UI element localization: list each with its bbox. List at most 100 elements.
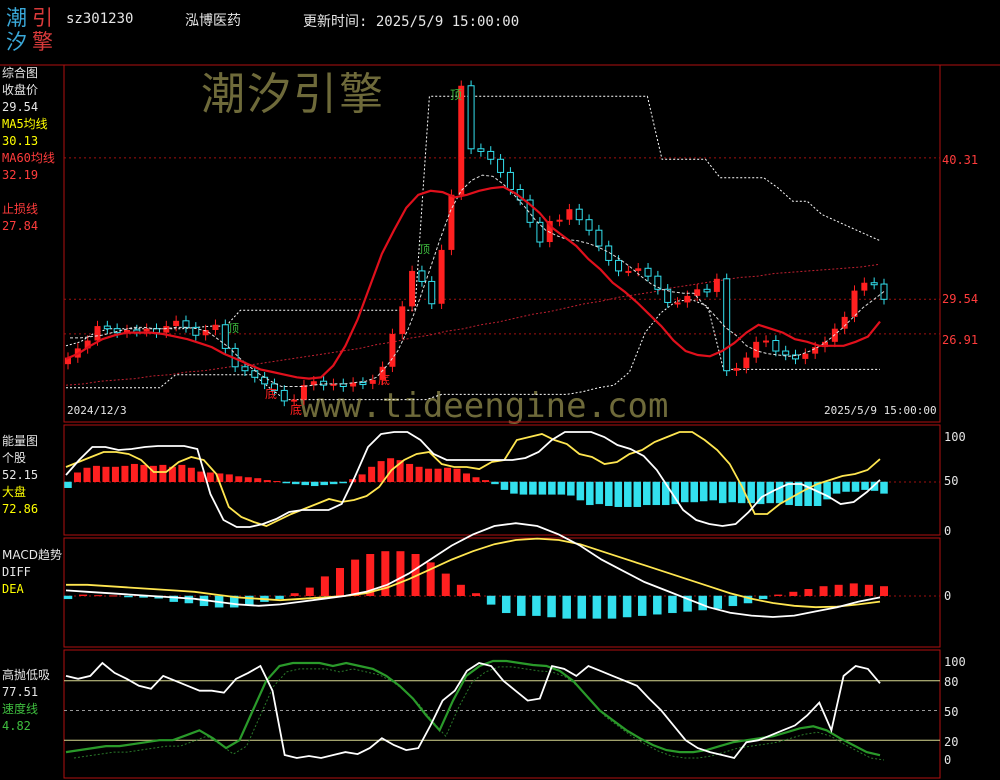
candle-down	[506, 171, 514, 191]
energy-bar-down	[614, 481, 623, 507]
macd-bar-down	[532, 595, 541, 616]
candle-up	[143, 328, 150, 332]
candle-up	[212, 324, 219, 331]
energy-bar-up	[472, 477, 480, 482]
energy-bar-down	[567, 481, 575, 496]
panel-frame-2	[63, 424, 941, 536]
energy-bar-up	[425, 468, 433, 482]
candle-down	[280, 389, 288, 402]
macd-bar-down	[637, 595, 647, 616]
signal-mark: 顶	[419, 243, 430, 256]
energy-bar-up	[178, 464, 186, 482]
energy-bar-down	[832, 481, 841, 494]
candle-down	[418, 270, 426, 282]
candle-down	[359, 382, 367, 386]
macd-bar-up	[305, 587, 314, 596]
energy-bar-up	[187, 467, 195, 482]
candle-up	[733, 368, 740, 371]
energy-bar-up	[225, 474, 233, 482]
candle-up	[861, 282, 868, 291]
macd-bar-down	[622, 595, 632, 618]
energy-bar-up	[159, 464, 167, 482]
candle-up	[556, 219, 563, 222]
energy-bar-up	[263, 480, 271, 482]
macd-bar-up	[804, 589, 813, 596]
energy-bar-up	[111, 466, 119, 482]
macd-bar-up	[834, 584, 843, 596]
candle-up	[635, 268, 642, 271]
energy-bar-up	[102, 466, 110, 482]
candle-down	[261, 376, 269, 385]
energy-bar-down	[529, 481, 537, 495]
energy-bar-up	[444, 467, 452, 482]
energy-bar-down	[64, 481, 72, 488]
candle-down	[870, 282, 878, 286]
energy-bar-down	[624, 481, 632, 507]
macd-bar-up	[864, 584, 873, 596]
macd-bar-down	[758, 595, 768, 600]
macd-bar-down	[562, 595, 571, 619]
energy-bar-up	[197, 471, 205, 482]
macd-bar-up	[456, 584, 465, 596]
candle-up	[438, 249, 445, 304]
candle-up	[694, 289, 701, 296]
candle-up	[684, 295, 691, 303]
energy-bar-up	[273, 481, 281, 483]
energy-bar-down	[680, 481, 689, 503]
energy-bar-up	[453, 468, 461, 482]
energy-bar-up	[121, 465, 129, 482]
candle-up	[743, 357, 750, 369]
energy-bar-down	[339, 481, 347, 484]
candle-down	[467, 85, 475, 150]
macd-bar-up	[396, 551, 405, 596]
energy-bar-down	[718, 481, 727, 504]
energy-bar-up	[206, 472, 214, 482]
bottom-mark-3: 底	[378, 372, 390, 387]
candle-up	[851, 290, 858, 317]
candle-down	[103, 325, 111, 330]
energy-bar-up	[358, 474, 366, 482]
candle-down	[585, 219, 593, 231]
energy-bar-down	[500, 481, 509, 490]
candle-up	[94, 326, 101, 341]
candle-down	[428, 280, 436, 305]
macd-bar-down	[275, 595, 284, 600]
energy-bar-down	[538, 481, 547, 495]
energy-bar-down	[880, 481, 888, 494]
energy-bar-up	[434, 468, 442, 482]
energy-bar-up	[235, 476, 243, 482]
energy-bar-down	[519, 481, 528, 495]
candle-up	[841, 316, 848, 329]
energy-bar-down	[728, 481, 736, 503]
energy-bar-down	[842, 481, 850, 492]
macd-bar-down	[501, 595, 511, 614]
candle-up	[173, 320, 180, 327]
macd-bar-up	[774, 594, 783, 596]
candle-up	[763, 340, 770, 343]
energy-bar-down	[320, 481, 328, 486]
energy-bar-down	[491, 481, 499, 485]
macd-bar-down	[713, 595, 723, 609]
energy-bar-up	[244, 477, 252, 482]
candle-down	[575, 208, 583, 221]
candle-down	[487, 150, 495, 160]
energy-bar-down	[633, 481, 642, 507]
candle-up	[399, 306, 406, 334]
energy-bar-down	[282, 481, 290, 484]
candle-down	[703, 288, 711, 293]
candle-down	[595, 229, 603, 247]
energy-bar-down	[699, 481, 708, 502]
candle-down	[644, 267, 652, 277]
candle-down	[241, 366, 249, 372]
macd-bar-down	[486, 595, 496, 605]
candle-down	[497, 158, 505, 173]
macd-bar-down	[592, 595, 602, 619]
energy-bar-down	[595, 481, 604, 505]
energy-bar-down	[662, 481, 670, 506]
macd-bar-down	[547, 595, 556, 618]
bottom-mark-2: 底	[290, 402, 302, 417]
energy-bar-up	[368, 466, 376, 482]
energy-bar-down	[291, 481, 300, 485]
candle-up	[458, 85, 465, 195]
energy-bar-down	[690, 481, 698, 503]
